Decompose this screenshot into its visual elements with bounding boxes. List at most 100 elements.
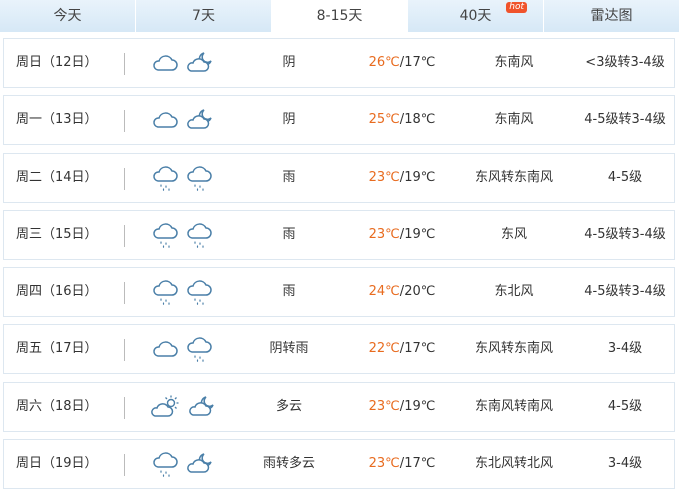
- tab-1[interactable]: 7天: [136, 0, 272, 32]
- wind-level: 4-5级: [607, 169, 643, 185]
- wind-level: 4-5级: [607, 398, 643, 414]
- temperature: 23℃/19℃: [368, 226, 436, 242]
- wind-direction: 东风转东南风: [474, 341, 553, 357]
- day-row: 周日（19日） 雨转多云 23℃/17℃ 东北风转北风 3-4级: [3, 439, 675, 490]
- wind-direction: 东风转东南风: [474, 169, 553, 185]
- wind-level: 3-4级: [607, 341, 643, 357]
- rain-icon: [185, 165, 213, 192]
- rain-icon: [185, 280, 213, 306]
- temp-high: 23℃: [368, 169, 400, 185]
- wind-direction: 东南风转南风: [474, 398, 553, 414]
- temp-high: 26℃: [368, 55, 400, 70]
- temperature: 24℃/20℃: [368, 284, 436, 300]
- temperature: 25℃/18℃: [368, 112, 436, 128]
- wind-direction: 东南风: [494, 55, 534, 70]
- weather-desc: 雨: [282, 284, 296, 300]
- divider: [124, 167, 125, 190]
- tab-4[interactable]: 雷达图: [544, 0, 680, 32]
- temp-high: 22℃: [368, 341, 400, 357]
- partly-cloudy-night-icon: [187, 395, 217, 419]
- wind-level: <3级转3-4级: [585, 55, 665, 70]
- weather-icons: [151, 395, 217, 419]
- weather-icons: [151, 165, 213, 192]
- temp-low: 20℃: [404, 284, 436, 300]
- weather-desc: 雨: [282, 169, 296, 185]
- temp-high: 23℃: [368, 226, 400, 242]
- day-date: 周五（17日）: [16, 341, 98, 357]
- tab-label: 7天: [192, 8, 215, 24]
- day-row: 周日（12日） 阴 26℃/17℃ 东南风 <3级转3-4级: [3, 38, 675, 88]
- temp-high: 24℃: [368, 284, 400, 300]
- rain-icon: [151, 280, 179, 306]
- divider: [124, 396, 125, 419]
- weather-icons: [151, 51, 215, 75]
- day-date: 周二（14日）: [16, 169, 98, 185]
- wind-direction: 东北风: [494, 284, 534, 300]
- day-date: 周日（19日）: [16, 456, 98, 472]
- temp-low: 19℃: [404, 398, 436, 414]
- cloud-icon: [151, 108, 179, 132]
- hot-badge: hot: [506, 2, 527, 13]
- partly-cloudy-day-icon: [151, 395, 181, 419]
- wind-level: 4-5级转3-4级: [584, 284, 666, 300]
- weather-icons: [151, 280, 213, 306]
- rain-icon: [151, 223, 179, 249]
- weather-icons: [151, 108, 215, 132]
- temp-high: 25℃: [368, 112, 400, 128]
- day-row: 周二（14日） 雨 23℃/19℃ 东风转东南风 4-5级: [3, 152, 675, 203]
- forecast-tabs: 今天 7天 8-15天 40天 hot 雷达图: [0, 0, 680, 32]
- temperature: 26℃/17℃: [368, 55, 436, 70]
- tab-label: 8-15天: [316, 8, 363, 24]
- temperature: 23℃/19℃: [368, 169, 436, 185]
- day-row: 周四（16日） 雨 24℃/20℃ 东北风 4-5级转3-4级: [3, 267, 675, 318]
- day-row: 周三（15日） 雨 23℃/19℃ 东风 4-5级转3-4级: [3, 209, 675, 260]
- weather-icons: [151, 337, 213, 363]
- rain-icon: [151, 165, 179, 192]
- cloud-icon: [151, 337, 179, 363]
- day-date: 周一（13日）: [16, 112, 98, 128]
- weather-desc: 阴: [282, 55, 296, 70]
- day-date: 周三（15日）: [16, 226, 98, 242]
- tab-3[interactable]: 40天 hot: [408, 0, 544, 32]
- partly-cloudy-night-icon: [185, 51, 215, 75]
- tab-0[interactable]: 今天: [0, 0, 136, 32]
- forecast-list: 周日（12日） 阴 26℃/17℃ 东南风 <3级转3-4级 周一（13日） 阴 25℃/18…: [3, 38, 675, 496]
- day-date: 周六（18日）: [16, 398, 98, 414]
- wind-direction: 东北风转北风: [474, 456, 553, 472]
- temp-low: 17℃: [404, 55, 436, 70]
- divider: [124, 282, 125, 305]
- rain-icon: [151, 452, 179, 478]
- wind-level: 3-4级: [607, 456, 643, 472]
- temp-low: 19℃: [404, 169, 436, 185]
- day-row: 周五（17日） 阴转雨 22℃/17℃ 东风转东南风 3-4级: [3, 324, 675, 375]
- weather-icons: [151, 223, 213, 249]
- divider: [124, 224, 125, 247]
- weather-icons: [151, 452, 215, 478]
- cloud-icon: [151, 51, 179, 75]
- weather-desc: 阴: [282, 112, 296, 128]
- weather-desc: 雨转多云: [262, 456, 315, 472]
- partly-cloudy-night-icon: [185, 108, 215, 132]
- wind-direction: 东南风: [494, 112, 534, 128]
- temp-high: 23℃: [368, 398, 400, 414]
- weather-desc: 多云: [275, 398, 302, 414]
- weather-desc: 阴转雨: [269, 341, 309, 357]
- weather-desc: 雨: [282, 226, 296, 242]
- tab-2[interactable]: 8-15天: [272, 0, 408, 32]
- day-date: 周四（16日）: [16, 284, 98, 300]
- tab-label: 雷达图: [590, 8, 633, 24]
- divider: [124, 110, 125, 133]
- temperature: 23℃/19℃: [368, 398, 436, 414]
- temp-low: 17℃: [404, 456, 436, 472]
- divider: [124, 454, 125, 477]
- temp-low: 18℃: [404, 112, 436, 128]
- temperature: 22℃/17℃: [368, 341, 436, 357]
- divider: [124, 339, 125, 362]
- wind-direction: 东风: [500, 226, 527, 242]
- temp-high: 23℃: [368, 456, 400, 472]
- rain-icon: [185, 223, 213, 249]
- temp-low: 17℃: [404, 341, 436, 357]
- rain-icon: [185, 337, 213, 363]
- tab-label: 今天: [53, 8, 82, 24]
- wind-level: 4-5级转3-4级: [584, 112, 666, 128]
